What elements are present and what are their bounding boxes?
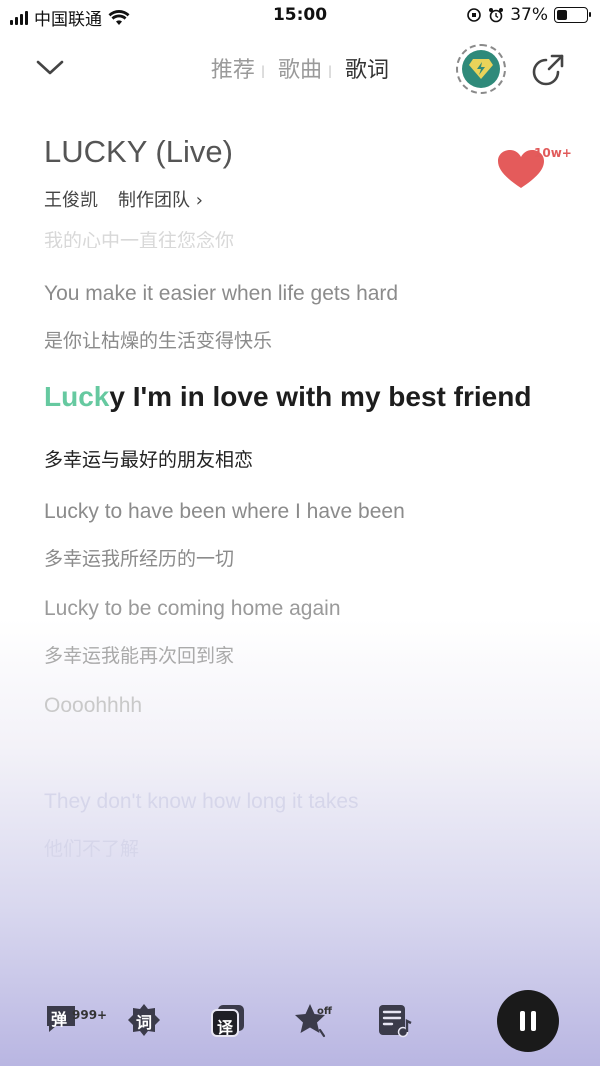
lyric-progress-highlight: Luck (44, 381, 110, 412)
lyric-line[interactable]: Lucky to have been where I have been (44, 500, 564, 524)
battery-percent: 37% (510, 5, 548, 25)
lyric-style-label: 词 (136, 1013, 153, 1032)
lyric-style-button[interactable]: 词 (126, 1002, 166, 1042)
translate-label: 译 (217, 1018, 234, 1037)
playlist-button[interactable] (376, 1002, 416, 1042)
lyric-line[interactable]: They don't know how long it takes (44, 790, 564, 814)
danmu-count-badge: 999+ (72, 1008, 108, 1022)
tab-separator: | (260, 64, 265, 78)
translate-button[interactable]: 译 (210, 1002, 250, 1042)
share-icon[interactable] (532, 50, 568, 86)
status-bar: 中国联通 15:00 37% (0, 0, 600, 32)
battery-icon (554, 7, 591, 23)
like-count: 10w+ (534, 146, 572, 160)
orientation-lock-icon (467, 8, 482, 22)
lyric-translation: 他们不了解 (44, 838, 140, 860)
lyric-line: 我的心中一直往您念你 (44, 230, 235, 248)
danmu-label: 弹 (51, 1010, 68, 1029)
lyric-translation: 多幸运我所经历的一切 (44, 548, 235, 570)
bottom-toolbar: 弹 999+ 词 译 off (0, 990, 600, 1066)
pause-button[interactable] (497, 990, 559, 1052)
lyrics-panel: 我的心中一直往您念你 You make it easier when life … (44, 230, 564, 861)
pause-icon (520, 1011, 525, 1031)
artist-link[interactable]: 王俊凯 (44, 186, 98, 212)
lyric-line[interactable]: You make it easier when life gets hard (44, 282, 564, 306)
current-lyric-line[interactable]: Lucky I'm in love with my best friend (44, 379, 564, 415)
tab-song[interactable]: 歌曲 (278, 58, 322, 83)
nav-bar: 推荐 | 歌曲 | 歌词 (0, 38, 600, 98)
tab-separator: | (328, 64, 333, 78)
playlist-music-icon (379, 1005, 412, 1038)
lyric-translation: 多幸运我能再次回到家 (44, 645, 235, 667)
lyric-line[interactable]: Oooohhhh (44, 694, 564, 718)
song-title: LUCKY (Live) (44, 134, 233, 169)
lyric-translation: 是你让枯燥的生活变得快乐 (44, 330, 273, 352)
tab-lyrics[interactable]: 歌词 (345, 58, 389, 83)
credits-link[interactable]: 制作团队 › (118, 186, 203, 212)
current-lyric-translation: 多幸运与最好的朋友相恋 (44, 449, 254, 471)
vip-badge-button[interactable] (456, 44, 506, 94)
alarm-icon (489, 8, 504, 23)
song-meta: 王俊凯 制作团队 › (44, 186, 203, 212)
tab-bar: 推荐 | 歌曲 | 歌词 (0, 52, 600, 84)
effect-off-badge: off (317, 1006, 332, 1017)
diamond-bolt-icon (469, 59, 493, 79)
lyric-remaining: y I'm in love with my best friend (109, 381, 532, 412)
tab-recommend[interactable]: 推荐 (211, 58, 255, 83)
lyric-line[interactable]: Lucky to be coming home again (44, 597, 564, 621)
